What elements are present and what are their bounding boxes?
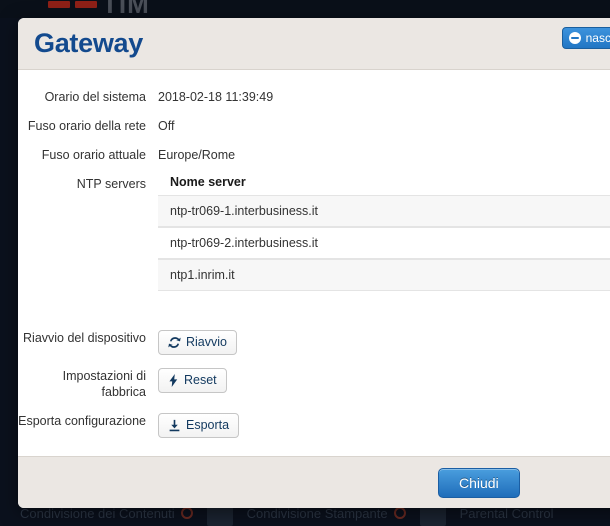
table-row[interactable]: ntp-tr069-1.interbusiness.it [158,195,610,227]
tim-logo-bar-left [48,0,70,8]
action-control: Reset [158,363,610,393]
export-button[interactable]: Esporta [158,413,240,438]
action-row-export-config: Esporta configurazione Esporta [18,408,610,438]
gateway-modal: Gateway nascondi opzioni Orario del sist… [18,18,610,508]
action-control: Esporta [158,408,610,438]
tim-logo-bar-right [75,0,97,8]
field-value: 2018-02-18 11:39:49 [158,90,274,104]
reboot-button[interactable]: Riavvio [158,330,237,355]
hide-options-label: nascondi opzioni [585,31,610,45]
action-label: Riavvio del dispositivo [23,331,146,345]
ntp-servers-table: Nome server ntp-tr069-1.interbusiness.it… [158,171,610,291]
reset-button-label: Reset [184,373,217,387]
export-button-label: Esporta [186,418,230,432]
field-label: Orario del sistema [44,90,146,104]
table-row[interactable]: ntp1.inrim.it [158,259,610,291]
modal-body: Orario del sistema 2018-02-18 11:39:49 F… [18,70,610,456]
field-value: Europe/Rome [158,148,236,162]
action-control: Riavvio [158,325,610,355]
table-row[interactable]: ntp-tr069-2.interbusiness.it [158,227,610,259]
action-row-reboot: Riavvio del dispositivo Riavvio [18,325,610,355]
gear-icon [180,507,193,519]
field-label: Fuso orario della rete [27,119,146,133]
reset-button[interactable]: Reset [158,368,227,393]
field-label: NTP servers [76,177,146,191]
action-label: Esporta configurazione [18,414,146,428]
modal-footer: Chiudi [18,456,610,508]
tim-logo-text: TIM [102,0,150,18]
close-button[interactable]: Chiudi [438,467,520,498]
field-label: Fuso orario attuale [41,148,146,162]
action-row-factory-reset: Impostazioni di fabbrica Reset [18,363,610,400]
page-title: Gateway [34,28,143,58]
field-row-system-time: Orario del sistema 2018-02-18 11:39:49 [18,84,610,105]
field-row-current-timezone: Fuso orario attuale Europe/Rome [18,142,610,163]
minus-circle-icon [568,32,581,44]
field-row-network-timezone: Fuso orario della rete Off [18,113,610,134]
tim-logo: TIM [48,0,150,17]
field-row-ntp-servers: NTP servers Nome server ntp-tr069-1.inte… [18,171,610,291]
action-label: Impostazioni di fabbrica [62,369,146,399]
reboot-button-label: Riavvio [186,335,227,349]
refresh-icon [168,336,181,349]
modal-header: Gateway nascondi opzioni [18,18,610,70]
site-topbar: TIM [0,0,610,18]
field-value: Off [158,119,175,133]
gear-icon [393,507,406,519]
ntp-table-header: Nome server [170,175,246,189]
hide-options-button[interactable]: nascondi opzioni [561,27,610,49]
download-icon [168,419,181,432]
bolt-icon [168,374,179,387]
